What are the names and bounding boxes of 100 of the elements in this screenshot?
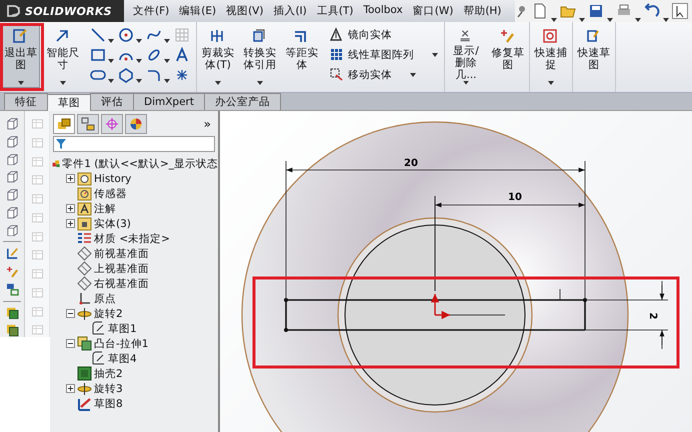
caret-icon[interactable] <box>18 81 24 85</box>
caret-icon[interactable] <box>548 81 554 85</box>
tree-item[interactable]: 草图1 <box>108 322 137 336</box>
filter-field[interactable] <box>53 136 215 152</box>
tab[interactable]: 特征 <box>4 93 48 110</box>
tree-item[interactable]: 材质 <未指定> <box>94 232 170 246</box>
ribbon-button[interactable]: 转换实体引用 <box>241 25 279 88</box>
slot-icon[interactable] <box>90 67 106 83</box>
caret-icon[interactable] <box>164 79 170 83</box>
caret-icon[interactable] <box>136 39 142 43</box>
menu-item[interactable]: 窗口(W) <box>408 4 458 18</box>
sketch-tool-icon[interactable] <box>4 247 20 260</box>
menu-item[interactable]: 插入(I) <box>268 4 312 18</box>
ribbon-button[interactable]: 退出草图 <box>2 25 40 88</box>
ribbon-command[interactable]: 移动实体 <box>348 68 392 82</box>
caret-icon[interactable] <box>108 79 114 83</box>
expand-panel-button[interactable]: » <box>204 117 215 131</box>
tree-item[interactable]: History <box>94 172 132 184</box>
dimension-value[interactable]: 10 <box>508 192 522 203</box>
expand-toggle[interactable] <box>66 219 75 228</box>
ribbon-button[interactable]: 快速捕捉 <box>532 25 570 88</box>
pattern-icon[interactable] <box>329 47 344 62</box>
tab[interactable]: 评估 <box>90 93 134 110</box>
tree-item[interactable]: 零件1 (默认<<默认>_显示状态 <box>62 156 218 170</box>
cube-view-icon[interactable] <box>4 170 20 183</box>
menu-item[interactable]: 编辑(E) <box>174 4 222 18</box>
ribbon-button[interactable]: 剪裁实体(T) <box>199 25 237 88</box>
tree-item[interactable]: 草图4 <box>108 352 137 366</box>
circle-icon[interactable] <box>118 27 134 43</box>
tree-item[interactable]: 右视基准面 <box>94 276 149 290</box>
cube-view-icon[interactable] <box>4 117 20 130</box>
caret-icon[interactable] <box>108 59 114 63</box>
caret-icon[interactable] <box>164 39 170 43</box>
menu-item[interactable]: 工具(T) <box>312 4 358 18</box>
text-tool-icon[interactable] <box>174 47 190 63</box>
cube-view-icon[interactable] <box>4 206 20 218</box>
undo-icon[interactable] <box>644 3 660 19</box>
layer-icon[interactable] <box>4 306 20 320</box>
tab[interactable]: 办公室产品 <box>204 93 281 110</box>
polygon-icon[interactable] <box>118 67 134 83</box>
caret-icon[interactable] <box>410 72 416 76</box>
ribbon-button[interactable]: 修复草图 <box>489 25 527 88</box>
cube-view-icon[interactable] <box>4 134 20 148</box>
ribbon-button[interactable]: 等距实体 <box>283 25 321 88</box>
layer-icon[interactable] <box>4 324 20 337</box>
fillet-icon[interactable] <box>146 67 162 83</box>
caret-icon[interactable] <box>257 81 263 85</box>
tree-item[interactable]: 旋转3 <box>94 382 123 396</box>
panel-tab[interactable] <box>125 114 147 134</box>
menu-item[interactable]: 文件(F) <box>128 4 174 18</box>
panel-tab[interactable] <box>77 114 99 134</box>
caret-icon[interactable] <box>136 59 142 63</box>
caret-icon[interactable] <box>108 39 114 43</box>
cube-view-icon[interactable] <box>4 152 20 166</box>
rectangle-icon[interactable] <box>90 47 106 63</box>
collapse-toggle[interactable] <box>66 309 75 318</box>
tree-item[interactable]: 凸台-拉伸1 <box>94 336 148 350</box>
tree-item[interactable]: 前视基准面 <box>94 246 149 260</box>
ribbon-button[interactable]: 快速草图 <box>575 25 613 88</box>
ribbon-button[interactable]: 智能尺寸 <box>44 25 82 88</box>
expand-toggle[interactable] <box>66 204 75 213</box>
tree-item[interactable]: 原点 <box>94 292 116 306</box>
ribbon-command[interactable]: 镜向实体 <box>348 28 392 42</box>
line-icon[interactable] <box>90 27 106 43</box>
menu-item[interactable]: 帮助(H) <box>458 4 506 18</box>
new-document-icon[interactable] <box>532 3 548 19</box>
expand-toggle[interactable] <box>66 174 75 183</box>
tree-item[interactable]: 注解 <box>94 202 116 216</box>
ribbon-command[interactable]: 线性草图阵列 <box>348 48 414 62</box>
pointer-icon[interactable] <box>672 3 688 19</box>
ellipse-icon[interactable] <box>146 47 162 63</box>
ribbon-button[interactable]: 显示/删除几... <box>447 25 485 88</box>
cube-view-icon[interactable] <box>4 224 20 236</box>
tree-item[interactable]: 旋转2 <box>94 306 123 320</box>
caret-icon[interactable] <box>136 79 142 83</box>
tree-item[interactable]: 实体(3) <box>94 216 131 230</box>
panel-tab[interactable] <box>53 114 75 134</box>
filter-icon[interactable] <box>56 139 66 149</box>
caret-icon[interactable] <box>164 59 170 63</box>
dimension-value[interactable]: 2 <box>647 312 658 320</box>
collapse-toggle[interactable] <box>66 339 75 348</box>
save-icon[interactable] <box>588 3 604 19</box>
caret-icon[interactable] <box>60 81 66 85</box>
tab[interactable]: 草图 <box>47 94 91 111</box>
caret-icon[interactable] <box>215 81 221 85</box>
point-icon[interactable] <box>174 67 190 83</box>
tree-item[interactable]: 上视基准面 <box>94 262 149 276</box>
tree-item[interactable]: 抽壳2 <box>94 366 123 380</box>
tree-item[interactable]: 传感器 <box>94 186 127 200</box>
panel-tab[interactable] <box>101 114 123 134</box>
mirror-icon[interactable] <box>329 27 344 42</box>
expand-toggle[interactable] <box>66 384 75 393</box>
caret-icon[interactable] <box>463 81 469 85</box>
tab[interactable]: DimXpert <box>133 93 205 110</box>
repair-sketch-icon[interactable] <box>4 265 20 278</box>
menu-item[interactable]: 视图(V) <box>221 4 268 18</box>
move-icon[interactable] <box>329 67 344 82</box>
dimension-value[interactable]: 20 <box>404 158 418 169</box>
cube-view-icon[interactable] <box>4 188 20 201</box>
tree-item[interactable]: 草图8 <box>94 396 123 410</box>
